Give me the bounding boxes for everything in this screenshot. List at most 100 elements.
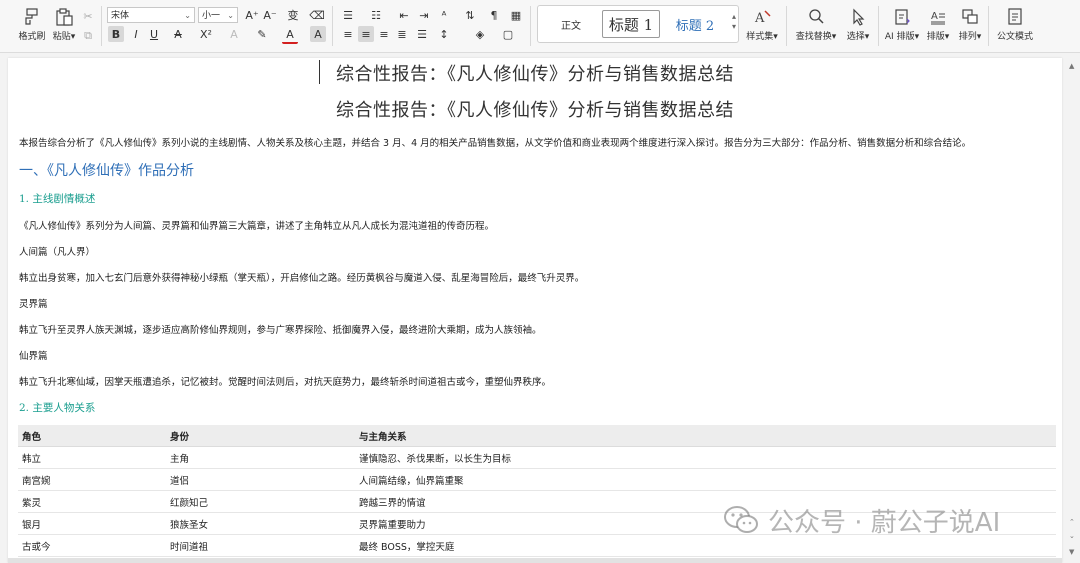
select-label: 选择▾: [846, 32, 870, 42]
paragraph-spirit-realm: 韩立飞升至灵界人族天渊城，逐步适应高阶修仙界规则，参与广寒界探险、抵御魔界入侵，…: [19, 325, 542, 336]
align-right-icon[interactable]: ≡: [376, 26, 392, 42]
clear-format-icon[interactable]: ⌫: [309, 7, 325, 23]
arrange-label: 排列▾: [958, 32, 982, 42]
arrange-icon: [962, 9, 978, 24]
align-center-icon[interactable]: ≡: [358, 26, 374, 42]
ai-layout-label: AI 排版▾: [884, 32, 920, 42]
text-direction-icon[interactable]: ᴬ: [436, 7, 452, 23]
table-cell: 紫灵: [18, 490, 166, 513]
table-row: 南宫婉 道侣 人间篇结缘，仙界篇重聚: [18, 468, 1056, 491]
ai-document-icon: [895, 9, 910, 25]
table-grid-icon[interactable]: ▦: [508, 7, 524, 23]
cut-icon[interactable]: ✂: [80, 8, 96, 24]
grow-font-icon[interactable]: A⁺: [244, 7, 260, 23]
column-header-identity: 身份: [166, 425, 355, 447]
intro-paragraph: 本报告综合分析了《凡人修仙传》系列小说的主线剧情、人物关系及核心主题，并结合 3…: [19, 138, 972, 149]
font-color-icon[interactable]: A: [282, 26, 298, 44]
format-painter-icon: [25, 8, 38, 25]
strikethrough-icon[interactable]: A: [170, 26, 186, 42]
style-normal[interactable]: 正文: [542, 10, 600, 38]
font-name-value: 宋体: [111, 11, 130, 21]
shrink-font-icon[interactable]: A⁻: [262, 7, 278, 23]
table-cell: 谨慎隐忍、杀伐果断，以长生为目标: [355, 446, 1056, 469]
chevron-down-icon: ⌄: [227, 11, 234, 20]
document-page[interactable]: 综合性报告：《凡人修仙传》分析与销售数据总结 综合性报告：《凡人修仙传》分析与销…: [8, 58, 1062, 563]
clipboard-icon: [56, 8, 73, 26]
underline-icon[interactable]: U: [146, 26, 162, 42]
increase-indent-icon[interactable]: ⇥: [416, 7, 432, 23]
shading-icon[interactable]: ◈: [472, 26, 488, 42]
phonetic-guide-icon[interactable]: 变: [282, 7, 304, 23]
vertical-scrollbar[interactable]: ▲ ⌃ ⌄ ▼: [1066, 58, 1080, 563]
copy-icon[interactable]: ⧉: [80, 28, 96, 44]
style-set-label: 样式集▾: [746, 32, 778, 42]
horizontal-scrollbar[interactable]: [8, 558, 1062, 563]
subheading-plot-overview: 1. 主线剧情概述: [19, 193, 96, 205]
table-cell: 狼族圣女: [166, 512, 355, 535]
sort-icon[interactable]: ⇅: [462, 7, 478, 23]
table-cell: 时间道祖: [166, 534, 355, 557]
heading-spirit-realm: 灵界篇: [19, 299, 48, 310]
show-marks-icon[interactable]: ¶: [486, 7, 502, 23]
style-set-icon: A: [754, 10, 771, 26]
font-size-select[interactable]: 小一 ⌄: [198, 7, 238, 23]
numbered-list-icon[interactable]: ☷: [368, 7, 384, 23]
table-cell: 红颜知己: [166, 490, 355, 513]
heading-immortal-realm: 仙界篇: [19, 351, 48, 362]
arrange-button[interactable]: 排列▾: [950, 4, 990, 48]
style-set-button[interactable]: A 样式集▾: [742, 4, 782, 48]
italic-icon[interactable]: I: [128, 26, 144, 42]
style-gallery: 正文 标题 1 标题 2 ▴ ▾: [537, 5, 739, 43]
svg-text:A: A: [931, 11, 938, 22]
chevron-down-icon: ⌄: [184, 11, 191, 20]
font-size-value: 小一: [202, 11, 221, 21]
table-row: 韩立 主角 谨慎隐忍、杀伐果断，以长生为目标: [18, 446, 1056, 469]
style-gallery-scroll-icon[interactable]: ▴ ▾: [732, 12, 736, 32]
table-cell: 银月: [18, 512, 166, 535]
highlight-icon[interactable]: ✎: [254, 26, 270, 42]
plot-intro-paragraph: 《凡人修仙传》系列分为人间篇、灵界篇和仙界篇三大篇章，讲述了主角韩立从凡人成长为…: [19, 221, 495, 232]
watermark: 公众号 · 蔚公子说AI: [722, 505, 1000, 538]
table-cell: 韩立: [18, 446, 166, 469]
page-down-icon[interactable]: ⌄: [1069, 532, 1075, 540]
document-title: 综合性报告：《凡人修仙传》分析与销售数据总结: [336, 64, 734, 85]
page-up-icon[interactable]: ⌃: [1069, 518, 1075, 526]
table-cell: 主角: [166, 446, 355, 469]
ribbon-toolbar: 格式刷 粘贴▾ ✂ ⧉ 宋体 ⌄ 小一 ⌄ A⁺ A⁻ 变 ⌫ B I U A …: [0, 0, 1080, 53]
bold-icon[interactable]: B: [108, 26, 124, 42]
search-icon: [809, 9, 824, 24]
text-effect-icon[interactable]: A: [226, 26, 242, 42]
font-name-select[interactable]: 宋体 ⌄: [107, 7, 195, 23]
superscript-icon[interactable]: X²: [198, 26, 214, 42]
line-spacing-icon[interactable]: ↕: [436, 26, 452, 42]
align-left-icon[interactable]: ≡: [340, 26, 356, 42]
paste-button[interactable]: 粘贴▾: [44, 4, 84, 48]
official-mode-button[interactable]: 公文模式: [994, 4, 1036, 48]
border-icon[interactable]: ▢: [500, 26, 516, 42]
cursor-arrow-icon: [853, 8, 865, 26]
justify-icon[interactable]: ≣: [394, 26, 410, 42]
watermark-text: 公众号 · 蔚公子说AI: [768, 507, 1001, 538]
table-header-row: 角色 身份 与主角关系: [18, 425, 1056, 447]
find-replace-button[interactable]: 查找替换▾: [794, 4, 838, 48]
document-title-repeat: 综合性报告：《凡人修仙传》分析与销售数据总结: [336, 100, 734, 121]
style-heading2[interactable]: 标题 2: [666, 10, 724, 38]
layout-icon: A: [931, 11, 945, 25]
section-heading-1: 一、《凡人修仙传》作品分析: [19, 163, 194, 179]
subheading-characters: 2. 主要人物关系: [19, 402, 96, 414]
svg-text:A: A: [754, 11, 765, 26]
ai-layout-button[interactable]: AI 排版▾: [882, 4, 922, 48]
wechat-logo-icon: [724, 506, 758, 533]
char-shading-icon[interactable]: A: [310, 26, 326, 42]
scroll-up-icon[interactable]: ▲: [1069, 62, 1074, 70]
table-cell: 南宫婉: [18, 468, 166, 491]
scroll-down-icon[interactable]: ▼: [1069, 548, 1074, 556]
table-cell: 道侣: [166, 468, 355, 491]
column-header-role: 角色: [18, 425, 166, 447]
bullet-list-icon[interactable]: ☰: [340, 7, 356, 23]
select-button[interactable]: 选择▾: [838, 4, 878, 48]
official-mode-label: 公文模式: [996, 32, 1033, 42]
style-heading1[interactable]: 标题 1: [602, 10, 660, 38]
decrease-indent-icon[interactable]: ⇤: [396, 7, 412, 23]
distribute-icon[interactable]: ☰: [414, 26, 430, 42]
